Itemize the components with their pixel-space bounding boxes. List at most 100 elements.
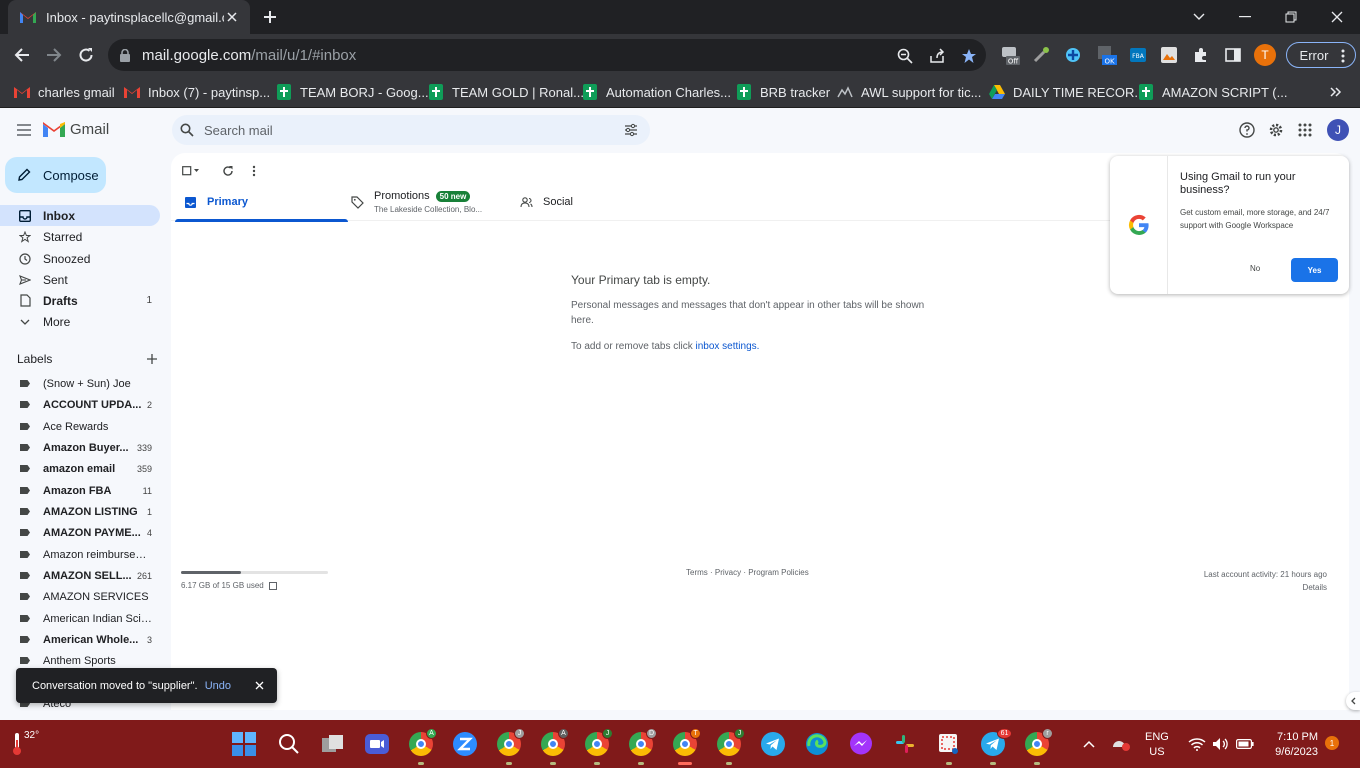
zoom-meetings-icon[interactable] <box>364 731 390 757</box>
label-item[interactable]: amazon email 359 <box>0 458 160 479</box>
more-options-icon[interactable] <box>244 161 264 181</box>
label-item[interactable]: American Whole... 3 <box>0 629 160 650</box>
extensions-puzzle-icon[interactable] <box>1191 45 1211 65</box>
bookmark-team-gold[interactable]: TEAM GOLD | Ronal... <box>428 82 584 102</box>
sidebar-item-starred[interactable]: Starred <box>0 226 160 247</box>
extension-gamepad-icon[interactable] <box>1063 45 1083 65</box>
label-item[interactable]: AMAZON SELL... 261 <box>0 565 160 586</box>
tab-search-chevron-icon[interactable] <box>1176 0 1222 34</box>
extension-photo-icon[interactable] <box>1159 45 1179 65</box>
tray-app-icon[interactable] <box>1108 731 1134 757</box>
search-icon[interactable] <box>276 731 302 757</box>
bookmark-charles-gmail[interactable]: charles gmail <box>14 82 115 102</box>
side-panel-toggle-chevron-icon[interactable] <box>1346 692 1360 710</box>
promo-yes-button[interactable]: Yes <box>1291 258 1338 282</box>
search-icon[interactable] <box>180 123 194 137</box>
main-menu-icon[interactable] <box>14 120 34 140</box>
chrome-icon[interactable]: J <box>584 728 613 765</box>
language-indicator[interactable]: ENG US <box>1145 730 1169 760</box>
refresh-icon[interactable] <box>218 161 238 181</box>
sidebar-item-snoozed[interactable]: Snoozed <box>0 248 160 269</box>
address-bar[interactable]: mail.google.com/mail/u/1/#inbox <box>108 39 986 71</box>
chrome-icon[interactable]: D <box>628 728 657 765</box>
extension-dropper-icon[interactable] <box>1031 45 1051 65</box>
bookmark-automation-charles[interactable]: Automation Charles... <box>582 82 731 102</box>
add-label-icon[interactable] <box>147 354 157 364</box>
label-item[interactable]: AMAZON SERVICES <box>0 586 160 607</box>
help-icon[interactable] <box>1237 120 1257 140</box>
tray-overflow-chevron-icon[interactable] <box>1076 731 1102 757</box>
search-input[interactable] <box>204 122 604 138</box>
bookmark-star-icon[interactable] <box>960 47 978 65</box>
inbox-settings-link[interactable]: inbox settings. <box>696 341 760 352</box>
notification-badge[interactable]: 1 <box>1325 736 1339 750</box>
promo-no-button[interactable]: No <box>1250 264 1260 273</box>
label-item[interactable]: Ace Rewards <box>0 416 160 437</box>
new-tab-button[interactable] <box>258 6 282 28</box>
minimize-button[interactable] <box>1222 0 1268 34</box>
chrome-icon[interactable]: r <box>1024 728 1053 765</box>
messenger-icon[interactable] <box>848 731 874 757</box>
restore-button[interactable] <box>1268 0 1314 34</box>
storage-meter[interactable]: 6.17 GB of 15 GB used <box>181 571 328 590</box>
tab-promotions[interactable]: Promotions 50 new The Lakeside Collection… <box>350 183 482 221</box>
chrome-icon[interactable]: A <box>540 728 569 765</box>
sidebar-item-drafts[interactable]: Drafts 1 <box>0 290 160 311</box>
sidebar-item-sent[interactable]: Sent <box>0 269 160 290</box>
side-panel-icon[interactable] <box>1223 45 1243 65</box>
bookmarks-overflow-icon[interactable] <box>1330 82 1342 102</box>
gmail-logo[interactable]: Gmail <box>43 121 109 138</box>
chrome-icon-active[interactable]: T <box>672 728 701 765</box>
volume-icon[interactable] <box>1208 731 1234 757</box>
footer-policy-links[interactable]: Terms · Privacy · Program Policies <box>686 568 809 577</box>
select-all-checkbox[interactable] <box>181 161 201 181</box>
extension-fba-icon[interactable]: FBA <box>1128 45 1148 65</box>
settings-gear-icon[interactable] <box>1266 120 1286 140</box>
task-view-icon[interactable] <box>320 731 346 757</box>
account-avatar[interactable]: J <box>1327 119 1349 141</box>
label-item[interactable]: ACCOUNT UPDA... 2 <box>0 394 160 415</box>
telegram-icon[interactable] <box>760 731 786 757</box>
google-apps-icon[interactable] <box>1295 120 1315 140</box>
bookmark-awl-support[interactable]: AWL support for tic... <box>837 82 981 102</box>
telegram-icon[interactable]: 61 <box>980 728 1012 765</box>
label-item[interactable]: AMAZON LISTING 1 <box>0 501 160 522</box>
browser-tab-active[interactable]: Inbox - paytinsplacellc@gmail.com <box>8 0 250 34</box>
bookmark-inbox[interactable]: Inbox (7) - paytinsp... <box>124 82 270 102</box>
browser-error-button[interactable]: Error <box>1286 42 1356 68</box>
open-external-icon[interactable] <box>268 581 277 590</box>
tab-social[interactable]: Social <box>519 183 573 221</box>
compose-button[interactable]: Compose <box>5 157 106 193</box>
chrome-icon[interactable]: J <box>716 728 745 765</box>
label-item[interactable]: Amazon Buyer... 339 <box>0 437 160 458</box>
slack-icon[interactable] <box>892 731 918 757</box>
label-item[interactable]: AMAZON PAYME... 4 <box>0 522 160 543</box>
close-icon[interactable] <box>253 680 265 692</box>
bookmark-amazon-script[interactable]: AMAZON SCRIPT (... <box>1138 82 1287 102</box>
label-item[interactable]: Amazon reimbursem... <box>0 544 160 565</box>
label-item[interactable]: Amazon FBA 11 <box>0 480 160 501</box>
reload-button[interactable] <box>72 41 100 69</box>
label-item[interactable]: (Snow + Sun) Joe <box>0 373 160 394</box>
undo-button[interactable]: Undo <box>205 680 231 692</box>
sidebar-item-inbox[interactable]: Inbox <box>0 205 160 226</box>
bookmark-team-borj[interactable]: TEAM BORJ - Goog... <box>276 82 429 102</box>
zoom-app-icon[interactable] <box>452 731 478 757</box>
system-clock[interactable]: 7:10 PM 9/6/2023 <box>1270 730 1318 760</box>
chrome-icon[interactable]: A <box>408 728 437 765</box>
extension-ok-icon[interactable]: OK <box>1097 45 1117 65</box>
share-icon[interactable] <box>928 47 946 65</box>
lock-icon[interactable] <box>120 48 130 62</box>
activity-details-link[interactable]: Details <box>1204 581 1327 594</box>
tab-close-icon[interactable] <box>224 9 240 25</box>
browser-profile-avatar[interactable]: T <box>1254 44 1276 66</box>
bookmark-daily-time-record[interactable]: DAILY TIME RECOR... <box>989 82 1145 102</box>
weather-widget[interactable]: 32° <box>10 728 44 760</box>
edge-browser-icon[interactable] <box>804 731 830 757</box>
snipping-tool-icon[interactable] <box>936 731 962 765</box>
windows-start-icon[interactable] <box>231 731 257 757</box>
sidebar-item-more[interactable]: More <box>0 311 160 332</box>
zoom-icon[interactable] <box>896 47 914 65</box>
forward-button[interactable] <box>40 41 68 69</box>
bookmark-brb-tracker[interactable]: BRB tracker <box>736 82 830 102</box>
